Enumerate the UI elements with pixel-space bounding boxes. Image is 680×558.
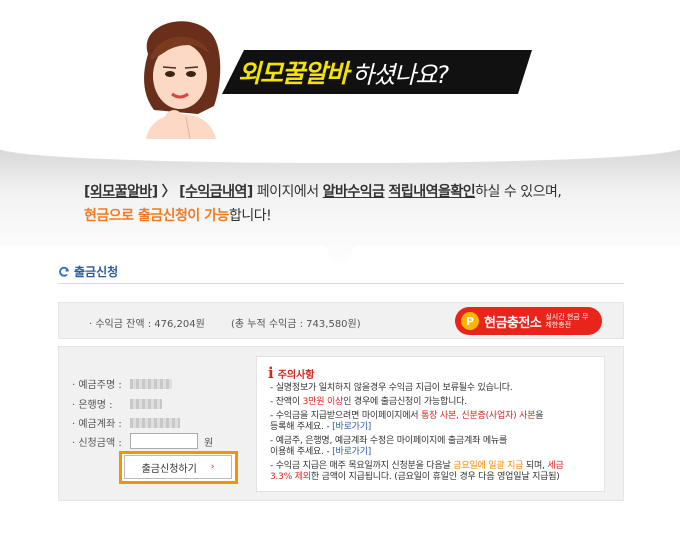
shortcut-link-1[interactable]: [바로가기] bbox=[332, 422, 371, 432]
total-earnings: (총 누적 수익금 : 743,580원) bbox=[231, 319, 361, 330]
intro-text-5: 하실 수 있으며, bbox=[475, 184, 562, 200]
min-amount: 3만원 이상 bbox=[302, 397, 344, 407]
notice-line-8: 3.3% 제외한 금액이 지급됩니다. (금요일이 휴일인 경우 다음 영업일날… bbox=[270, 472, 560, 482]
path-link-1: [외모꿀알바] bbox=[84, 184, 158, 200]
intro-text-1: 페이지에서 bbox=[256, 184, 319, 200]
promo-banner: 외모꿀알바 하셨나요? bbox=[0, 0, 680, 150]
notice-line-3: - 수익금을 지급받으려면 마이페이지에서 통장 사본, 신분증(사업자) 사본… bbox=[270, 411, 544, 421]
intro-text: [외모꿀알바] 〉 [수익금내역] 페이지에서 알바수익금 적립내역을확인하실 … bbox=[84, 180, 644, 228]
p-coin-icon: P bbox=[461, 312, 479, 330]
refresh-icon bbox=[59, 266, 69, 277]
section-title-text: 출금신청 bbox=[74, 265, 119, 279]
current-balance: · 수익금 잔액 : 476,204원 bbox=[89, 319, 205, 330]
cash-charge-label: 현금충전소 bbox=[484, 315, 542, 331]
holder-label: · 예금주명 : bbox=[72, 380, 122, 391]
holder-row: · 예금주명 : bbox=[72, 376, 172, 391]
won-unit: 원 bbox=[204, 437, 214, 449]
account-label: · 예금계좌 : bbox=[72, 419, 122, 430]
notice-line-6: 이용해 주세요. - [바로가기] bbox=[270, 447, 372, 457]
bank-value-redacted bbox=[130, 398, 162, 409]
banner-headline: 외모꿀알바 하셨나요? bbox=[238, 52, 449, 92]
woman-character-icon bbox=[144, 21, 221, 139]
account-row: · 예금계좌 : bbox=[72, 415, 180, 430]
notice-line-7: - 수익금 지급은 매주 목요일까지 신청분을 다음날 금요일에 일괄 지급 되… bbox=[270, 461, 564, 471]
path-separator: 〉 bbox=[161, 184, 176, 200]
payday-text: 금요일에 일괄 지급 bbox=[453, 461, 524, 471]
intro-text-6: 합니다! bbox=[228, 208, 272, 224]
tax-text: 세금 bbox=[547, 461, 564, 471]
notice-title: i 주의사항 bbox=[268, 364, 315, 382]
amount-input[interactable] bbox=[130, 433, 198, 449]
amount-row: · 신청금액 : 원 bbox=[72, 433, 213, 449]
bank-label: · 은행명 : bbox=[72, 400, 113, 411]
notice-title-text: 주의사항 bbox=[277, 369, 315, 381]
notice-line-4: 등록해 주세요. - [바로가기] bbox=[270, 422, 372, 432]
banner-question: 하셨나요? bbox=[352, 60, 449, 89]
banner-highlight: 외모꿀알바 bbox=[238, 59, 349, 88]
intro-text-4: 확인 bbox=[450, 184, 476, 200]
cash-charge-sub: 실시간 현금 무제한충전 bbox=[545, 313, 589, 329]
intro-text-2: 알바수익금 bbox=[322, 184, 385, 200]
amount-label: · 신청금액 : bbox=[72, 437, 122, 449]
notice-line-2: - 잔액이 3만원 이상인 경우에 출금신청이 가능합니다. bbox=[270, 397, 467, 407]
path-link-2: [수익금내역] bbox=[179, 184, 253, 200]
arrow-right-icon: › bbox=[210, 462, 215, 472]
section-divider bbox=[58, 283, 624, 284]
section-title: 출금신청 bbox=[58, 263, 118, 280]
shortcut-link-2[interactable]: [바로가기] bbox=[332, 447, 371, 457]
bank-row: · 은행명 : bbox=[72, 396, 162, 411]
required-docs: 통장 사본, 신분증(사업자) 사본 bbox=[421, 411, 536, 421]
notice-line-5: - 예금주, 은행명, 예금계좌 수정은 마이페이지에 출금계좌 메뉴를 bbox=[270, 436, 508, 446]
apply-withdraw-button[interactable]: 출금신청하기 › bbox=[124, 455, 232, 479]
intro-highlight: 현금으로 출금신청이 가능 bbox=[84, 208, 229, 224]
holder-value-redacted bbox=[130, 378, 172, 389]
intro-text-3: 적립내역을 bbox=[388, 184, 451, 200]
cash-charge-button[interactable]: P 현금충전소 실시간 현금 무제한충전 bbox=[455, 307, 602, 335]
apply-withdraw-label: 출금신청하기 bbox=[141, 463, 197, 475]
info-icon: i bbox=[268, 364, 274, 382]
account-value-redacted bbox=[130, 417, 180, 428]
tax-rate: 3.3% 제외 bbox=[270, 472, 311, 482]
notice-line-1: - 실명정보가 일치하지 않을경우 수익금 지급이 보류될수 있습니다. bbox=[270, 383, 513, 393]
